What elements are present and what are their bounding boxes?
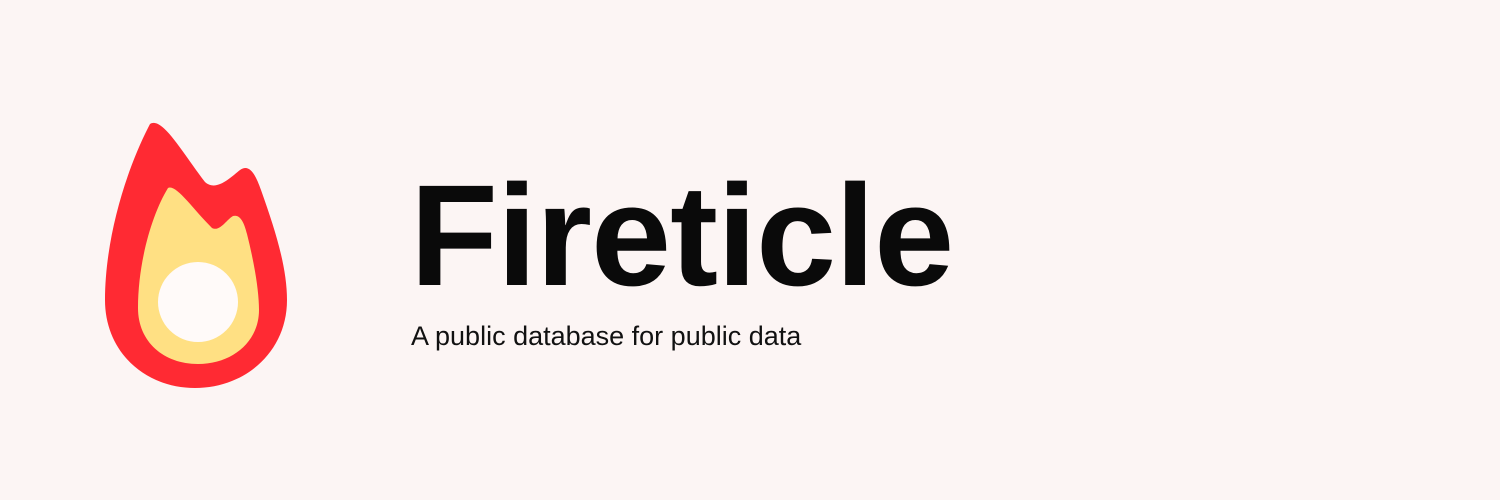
brand-title: Fireticle bbox=[410, 155, 954, 316]
brand-tagline: A public database for public data bbox=[411, 321, 802, 351]
flame-icon bbox=[105, 122, 287, 388]
flame-core bbox=[158, 262, 238, 342]
